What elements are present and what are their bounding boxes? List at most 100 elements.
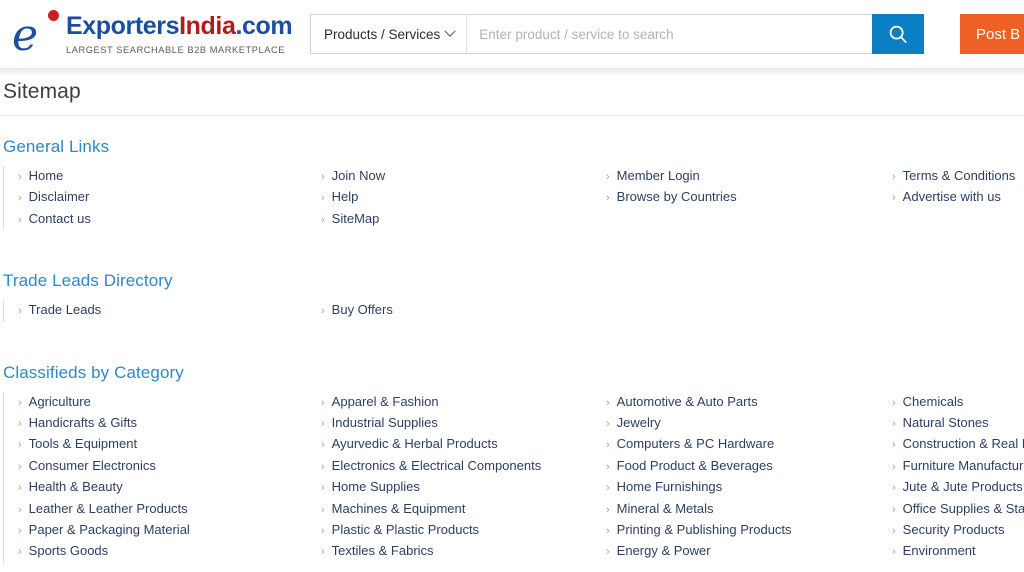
list-item[interactable]: › Ayurvedic & Herbal Products	[321, 434, 592, 455]
list-item[interactable]: › Electronics & Electrical Components	[321, 456, 592, 477]
sitemap-link-jute-jute-products[interactable]: Jute & Jute Products	[903, 477, 1023, 497]
list-item[interactable]: › Buy Offers	[321, 300, 592, 321]
sitemap-link-contact-us[interactable]: Contact us	[29, 209, 91, 229]
chevron-right-icon: ›	[892, 439, 896, 452]
sitemap-link-textiles-fabrics[interactable]: Textiles & Fabrics	[332, 541, 434, 561]
list-item[interactable]: › Natural Stones	[892, 413, 1024, 434]
sitemap-link-jewelry[interactable]: Jewelry	[617, 413, 661, 433]
sitemap-link-industrial-supplies[interactable]: Industrial Supplies	[332, 413, 438, 433]
list-item[interactable]: › Construction & Real Estate	[892, 434, 1024, 455]
list-item[interactable]: › Leather & Leather Products	[18, 499, 307, 520]
sitemap-link-agriculture[interactable]: Agriculture	[29, 392, 91, 412]
list-item[interactable]: › Help	[321, 187, 592, 208]
list-item[interactable]: › Contact us	[18, 209, 307, 230]
sitemap-link-join-now[interactable]: Join Now	[332, 166, 385, 186]
list-item[interactable]: › Consumer Electronics	[18, 456, 307, 477]
list-item[interactable]: › Machines & Equipment	[321, 499, 592, 520]
list-item[interactable]: › SiteMap	[321, 209, 592, 230]
sitemap-link-office-supplies-stationery[interactable]: Office Supplies & Stationery	[903, 499, 1024, 519]
sitemap-link-trade-leads[interactable]: Trade Leads	[29, 300, 102, 320]
list-item[interactable]: › Trade Leads	[18, 300, 307, 321]
search-input[interactable]	[466, 14, 873, 54]
sitemap-link-mineral-metals[interactable]: Mineral & Metals	[617, 499, 714, 519]
sitemap-link-home[interactable]: Home	[29, 166, 64, 186]
list-item[interactable]: › Health & Beauty	[18, 477, 307, 498]
list-item[interactable]: › Apparel & Fashion	[321, 392, 592, 413]
list-item[interactable]: › Terms & Conditions	[892, 166, 1024, 187]
list-item[interactable]: › Printing & Publishing Products	[606, 520, 878, 541]
list-item[interactable]: › Security Products	[892, 520, 1024, 541]
list-item[interactable]: › Home	[18, 166, 307, 187]
sitemap-link-furniture-manufacturers[interactable]: Furniture Manufacturers	[903, 456, 1024, 476]
sitemap-link-natural-stones[interactable]: Natural Stones	[903, 413, 989, 433]
list-item[interactable]: › Mineral & Metals	[606, 499, 878, 520]
list-item[interactable]: › Home Supplies	[321, 477, 592, 498]
sitemap-link-energy-power[interactable]: Energy & Power	[617, 541, 711, 561]
sitemap-link-automotive-auto-parts[interactable]: Automotive & Auto Parts	[617, 392, 758, 412]
sitemap-link-plastic-plastic-products[interactable]: Plastic & Plastic Products	[332, 520, 479, 540]
list-item[interactable]: › Disclaimer	[18, 187, 307, 208]
search-button[interactable]	[872, 14, 925, 54]
sitemap-link-member-login[interactable]: Member Login	[617, 166, 700, 186]
chevron-right-icon: ›	[606, 192, 610, 205]
sitemap-link-sports-goods[interactable]: Sports Goods	[29, 541, 109, 561]
sitemap-link-construction-real-estate[interactable]: Construction & Real Estate	[903, 434, 1024, 454]
list-item[interactable]: › Energy & Power	[606, 541, 878, 562]
sitemap-link-terms-conditions[interactable]: Terms & Conditions	[903, 166, 1016, 186]
link-column: › Member Login › Browse by Countries	[592, 166, 878, 230]
sitemap-link-health-beauty[interactable]: Health & Beauty	[29, 477, 123, 497]
list-item[interactable]: › Chemicals	[892, 392, 1024, 413]
list-item[interactable]: › Sports Goods	[18, 541, 307, 562]
link-column: › Agriculture › Handicrafts & Gifts › Tools &…	[4, 392, 307, 563]
sitemap-link-printing-publishing-products[interactable]: Printing & Publishing Products	[617, 520, 792, 540]
sitemap-link-ayurvedic-herbal-products[interactable]: Ayurvedic & Herbal Products	[332, 434, 498, 454]
list-item[interactable]: › Jewelry	[606, 413, 878, 434]
sitemap-link-leather-leather-products[interactable]: Leather & Leather Products	[29, 499, 188, 519]
list-item[interactable]: › Tools & Equipment	[18, 434, 307, 455]
site-logo[interactable]: e ExportersIndia.com LARGEST SEARCHABLE …	[8, 0, 298, 68]
sitemap-link-tools-equipment[interactable]: Tools & Equipment	[29, 434, 137, 454]
sitemap-link-security-products[interactable]: Security Products	[903, 520, 1005, 540]
list-item[interactable]: › Jute & Jute Products	[892, 477, 1024, 498]
list-item[interactable]: › Advertise with us	[892, 187, 1024, 208]
sitemap-link-browse-by-countries[interactable]: Browse by Countries	[617, 187, 737, 207]
list-item[interactable]: › Office Supplies & Stationery	[892, 499, 1024, 520]
post-buy-requirement-button[interactable]: Post B	[960, 14, 1024, 54]
link-list: › Automotive & Auto Parts › Jewelry › Compute…	[606, 392, 878, 563]
list-item[interactable]: › Environment	[892, 541, 1024, 562]
list-item[interactable]: › Furniture Manufacturers	[892, 456, 1024, 477]
sitemap-link-home-furnishings[interactable]: Home Furnishings	[617, 477, 723, 497]
sitemap-link-buy-offers[interactable]: Buy Offers	[332, 300, 393, 320]
chevron-right-icon: ›	[606, 503, 610, 516]
list-item[interactable]: › Plastic & Plastic Products	[321, 520, 592, 541]
list-item[interactable]: › Textiles & Fabrics	[321, 541, 592, 562]
sitemap-link-sitemap[interactable]: SiteMap	[332, 209, 380, 229]
list-item[interactable]: › Browse by Countries	[606, 187, 878, 208]
sitemap-link-home-supplies[interactable]: Home Supplies	[332, 477, 420, 497]
list-item[interactable]: › Member Login	[606, 166, 878, 187]
list-item[interactable]: › Automotive & Auto Parts	[606, 392, 878, 413]
sitemap-link-apparel-fashion[interactable]: Apparel & Fashion	[332, 392, 439, 412]
sitemap-link-environment[interactable]: Environment	[903, 541, 976, 561]
search-category-dropdown[interactable]: Products / Services	[310, 14, 467, 54]
list-item[interactable]: › Computers & PC Hardware	[606, 434, 878, 455]
list-item[interactable]: › Join Now	[321, 166, 592, 187]
sitemap-link-machines-equipment[interactable]: Machines & Equipment	[332, 499, 466, 519]
sitemap-link-paper-packaging-material[interactable]: Paper & Packaging Material	[29, 520, 190, 540]
sitemap-link-disclaimer[interactable]: Disclaimer	[29, 187, 90, 207]
list-item[interactable]: › Food Product & Beverages	[606, 456, 878, 477]
sitemap-link-advertise-with-us[interactable]: Advertise with us	[903, 187, 1001, 207]
sitemap-link-electronics-electrical-components[interactable]: Electronics & Electrical Components	[332, 456, 542, 476]
sitemap-link-chemicals[interactable]: Chemicals	[903, 392, 964, 412]
sitemap-link-food-product-beverages[interactable]: Food Product & Beverages	[617, 456, 773, 476]
list-item[interactable]: › Industrial Supplies	[321, 413, 592, 434]
sitemap-link-help[interactable]: Help	[332, 187, 359, 207]
sitemap-link-computers-pc-hardware[interactable]: Computers & PC Hardware	[617, 434, 775, 454]
sitemap-link-consumer-electronics[interactable]: Consumer Electronics	[29, 456, 156, 476]
sitemap-link-handicrafts-gifts[interactable]: Handicrafts & Gifts	[29, 413, 137, 433]
list-item[interactable]: › Paper & Packaging Material	[18, 520, 307, 541]
chevron-right-icon: ›	[606, 418, 610, 431]
list-item[interactable]: › Agriculture	[18, 392, 307, 413]
list-item[interactable]: › Home Furnishings	[606, 477, 878, 498]
list-item[interactable]: › Handicrafts & Gifts	[18, 413, 307, 434]
